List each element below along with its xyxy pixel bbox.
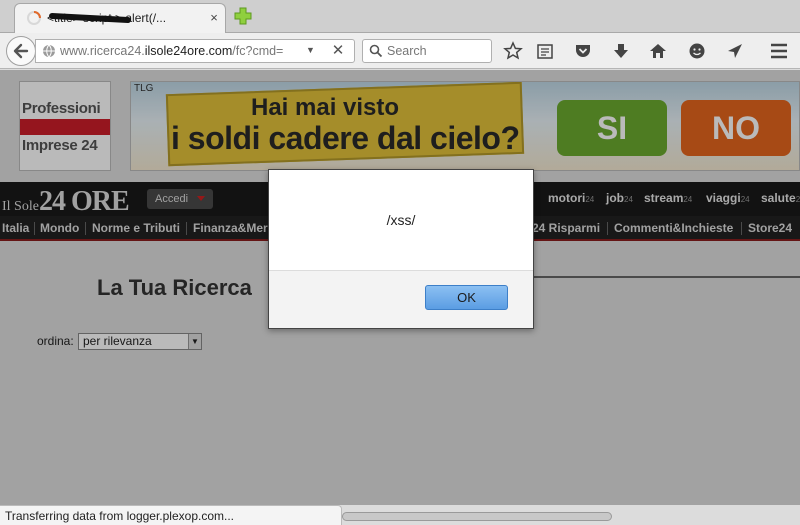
reading-list-icon[interactable] [535,41,555,61]
search-icon [369,44,383,58]
tab-strip: <title> script > alert(/... × [0,0,800,33]
browser-tab[interactable]: <title> script > alert(/... × [14,3,226,33]
globe-icon [43,44,55,58]
send-arrow-icon[interactable] [725,41,745,61]
url-host-domain: ilsole24ore.com [144,44,233,58]
hamburger-menu-icon[interactable] [768,41,790,61]
bookmark-star-icon[interactable] [503,41,523,61]
stop-loading-icon[interactable]: ✕ [330,43,346,59]
ok-button[interactable]: OK [425,285,508,310]
url-text[interactable]: www.ricerca24.ilsole24ore.com/fc?cmd= [60,44,310,60]
search-placeholder: Search [387,44,427,58]
search-bar[interactable]: Search [362,39,492,63]
back-arrow-icon [13,43,29,59]
loading-spinner-icon [27,11,41,25]
new-tab-plus-icon[interactable] [234,7,252,25]
status-text: Transferring data from logger.plexop.com… [5,509,234,523]
url-path: /fc?cmd= [232,44,284,58]
back-button[interactable] [6,36,36,66]
alert-dialog: /xss/ OK [268,169,534,329]
alert-body: /xss/ [269,170,533,271]
navigation-toolbar: www.ricerca24.ilsole24ore.com/fc?cmd= ▼ … [0,33,800,69]
horizontal-scrollbar[interactable] [342,512,612,521]
url-dropdown-icon[interactable]: ▼ [306,45,316,57]
pocket-icon[interactable] [573,41,593,61]
url-bar[interactable]: www.ricerca24.ilsole24ore.com/fc?cmd= ▼ … [35,39,355,63]
tab-close-icon[interactable]: × [207,11,221,25]
alert-message: /xss/ [386,212,416,228]
download-arrow-icon[interactable] [611,41,631,61]
url-host-prefix: www.ricerca24. [60,44,145,58]
hello-chat-icon[interactable] [687,41,707,61]
home-icon[interactable] [648,41,668,61]
status-bar: Transferring data from logger.plexop.com… [0,505,342,525]
